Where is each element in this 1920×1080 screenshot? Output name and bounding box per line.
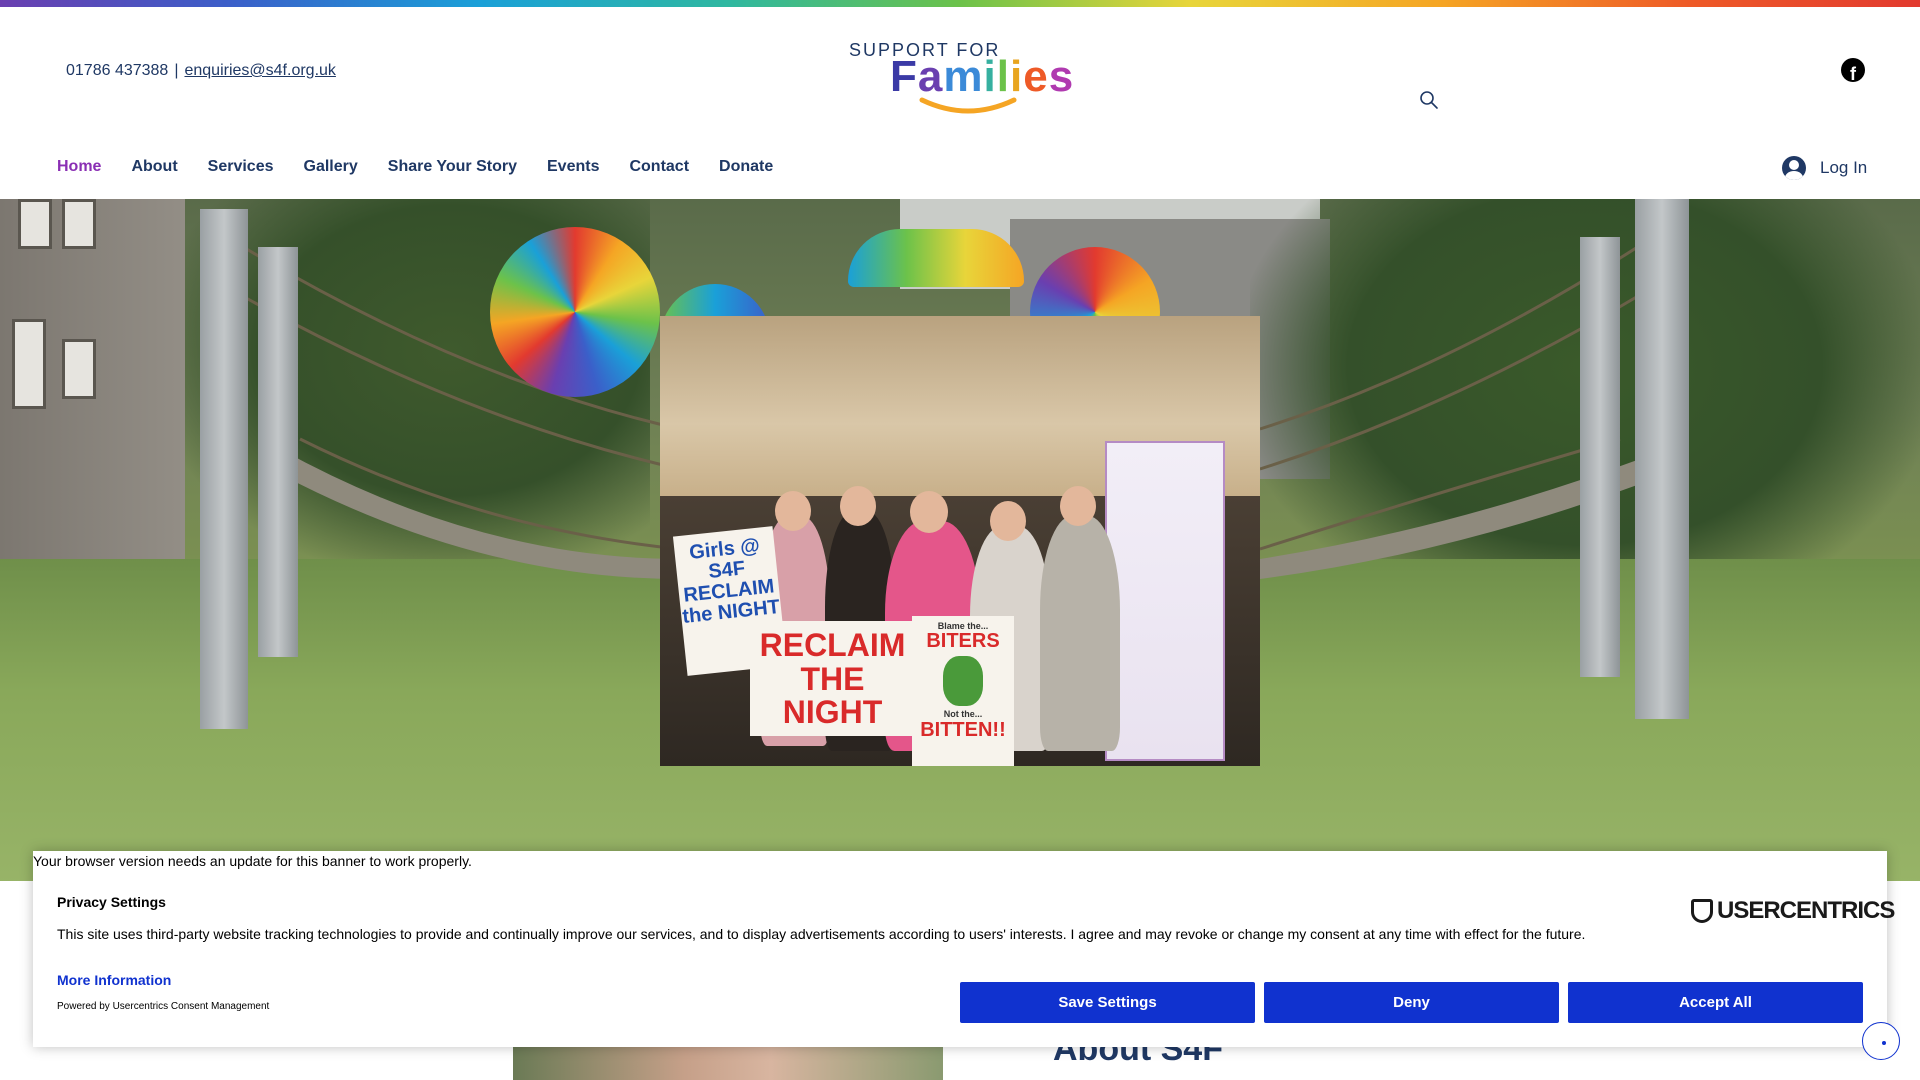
- rainbow-umbrella: [848, 229, 1024, 287]
- deny-button[interactable]: Deny: [1264, 982, 1559, 1023]
- more-information-link[interactable]: More Information: [57, 972, 171, 988]
- nav-gallery[interactable]: Gallery: [304, 158, 358, 176]
- main-nav: Home About Services Gallery Share Your S…: [57, 158, 803, 176]
- consent-text: This site uses third-party website track…: [57, 926, 1586, 942]
- nav-share-your-story[interactable]: Share Your Story: [388, 158, 517, 176]
- sign-text: BITERS: [926, 630, 1000, 653]
- rainbow-umbrella: [490, 227, 660, 397]
- about-section-image: [513, 1047, 943, 1080]
- bridge-post: [200, 209, 248, 729]
- logo-wordmark: Families: [890, 52, 1075, 101]
- rainbow-top-bar: [0, 0, 1920, 7]
- save-settings-button[interactable]: Save Settings: [960, 982, 1255, 1023]
- bridge-post: [258, 247, 298, 657]
- logo-smile-icon: [919, 97, 1017, 114]
- photo-pullup-banner: [1105, 441, 1225, 761]
- protest-sign: Blame the... BITERS Not the... BITTEN!!: [912, 616, 1014, 766]
- search-icon[interactable]: [1419, 90, 1439, 110]
- facebook-icon[interactable]: f: [1841, 58, 1865, 82]
- photo-person-head: [910, 491, 948, 533]
- usercentrics-logo: USERCENTRICS: [1691, 897, 1895, 925]
- contact-info: 01786 437388 | enquiries@s4f.org.uk: [66, 62, 336, 80]
- photo-person-head: [990, 501, 1026, 541]
- hero-banner: Girls @ S4F RECLAIM the NIGHT RECLAIM TH…: [0, 199, 1920, 881]
- login-button[interactable]: Log In: [1782, 156, 1867, 180]
- user-avatar-icon: [1782, 156, 1806, 180]
- photo-person-head: [775, 491, 811, 531]
- cookie-consent-banner: Your browser version needs an update for…: [33, 851, 1895, 1047]
- nav-events[interactable]: Events: [547, 158, 599, 176]
- site-logo[interactable]: SUPPORT FOR Families: [848, 38, 1078, 114]
- nav-about[interactable]: About: [131, 158, 177, 176]
- sign-text: BITTEN!!: [920, 718, 1006, 741]
- protest-sign: RECLAIM THE NIGHT: [750, 621, 915, 736]
- email-link[interactable]: enquiries@s4f.org.uk: [184, 62, 335, 80]
- shield-icon: [1691, 899, 1713, 923]
- nav-contact[interactable]: Contact: [629, 158, 689, 176]
- sign-dinosaur-icon: [943, 656, 983, 707]
- contact-separator: |: [174, 62, 179, 79]
- bridge-post: [1580, 237, 1620, 677]
- accept-all-button[interactable]: Accept All: [1568, 982, 1863, 1023]
- nav-donate[interactable]: Donate: [719, 158, 773, 176]
- hero-event-photo: Girls @ S4F RECLAIM the NIGHT RECLAIM TH…: [660, 316, 1260, 766]
- phone-number: 01786 437388: [66, 62, 169, 79]
- browser-warning: Your browser version needs an update for…: [33, 853, 472, 869]
- nav-home[interactable]: Home: [57, 158, 101, 176]
- usercentrics-wordmark: USERCENTRICS: [1717, 897, 1895, 924]
- privacy-settings-title: Privacy Settings: [57, 894, 166, 910]
- photo-person-head: [840, 486, 876, 526]
- photo-person: [1040, 516, 1120, 751]
- bridge-post: [1635, 199, 1689, 719]
- nav-services[interactable]: Services: [208, 158, 274, 176]
- photo-person-head: [1060, 486, 1096, 526]
- login-label: Log In: [1820, 158, 1868, 177]
- accessibility-float-button[interactable]: [1862, 1022, 1900, 1060]
- powered-by-text: Powered by Usercentrics Consent Manageme…: [57, 1001, 270, 1012]
